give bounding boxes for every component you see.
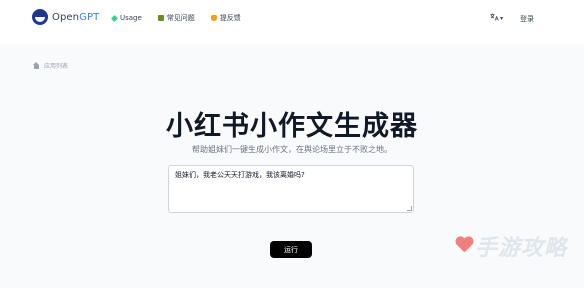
nav-item-usage[interactable]: Usage bbox=[110, 14, 142, 22]
nav-item-label: Usage bbox=[120, 14, 142, 22]
nav-item-label: 常见问题 bbox=[166, 14, 195, 22]
logo[interactable]: OpenGPT bbox=[32, 9, 99, 25]
breadcrumb: 应用列表 bbox=[33, 61, 68, 70]
home-icon[interactable] bbox=[33, 62, 40, 69]
logo-accent: GPT bbox=[79, 11, 100, 23]
logo-prefix: Open bbox=[52, 11, 80, 23]
heart-icon bbox=[455, 237, 473, 255]
page-subtitle: 帮助姐妹们一键生成小作文，在舆论场里立于不败之地。 bbox=[192, 145, 392, 154]
watermark: 手游攻略 bbox=[455, 230, 567, 262]
feedback-icon bbox=[210, 15, 217, 21]
usage-icon bbox=[110, 14, 119, 22]
page-title: 小红书小作文生成器 bbox=[166, 111, 418, 142]
breadcrumb-label[interactable]: 应用列表 bbox=[44, 61, 68, 70]
faq-icon bbox=[157, 15, 164, 21]
translate-icon bbox=[490, 13, 499, 23]
top-header: OpenGPT Usage 常见问题 提反馈 ▾ 登录 bbox=[0, 0, 584, 40]
logo-icon bbox=[32, 9, 48, 25]
watermark-text: 手游攻略 bbox=[475, 236, 568, 261]
nav-item-feedback[interactable]: 提反馈 bbox=[210, 13, 241, 23]
logo-text: OpenGPT bbox=[52, 12, 99, 23]
run-button[interactable]: 运行 bbox=[270, 241, 312, 258]
login-link[interactable]: 登录 bbox=[520, 14, 534, 24]
nav-item-faq[interactable]: 常见问题 bbox=[157, 13, 195, 23]
prompt-input-value: 姐妹们，我老公天天打游戏，我该离婚吗? bbox=[175, 171, 305, 179]
language-switcher[interactable]: ▾ bbox=[490, 13, 503, 23]
prompt-input[interactable]: 姐妹们，我老公天天打游戏，我该离婚吗? bbox=[168, 165, 414, 213]
nav-item-label: 提反馈 bbox=[219, 14, 241, 22]
resize-handle[interactable] bbox=[407, 206, 412, 211]
chevron-down-icon: ▾ bbox=[500, 14, 504, 22]
main-nav: Usage 常见问题 提反馈 bbox=[110, 13, 241, 23]
